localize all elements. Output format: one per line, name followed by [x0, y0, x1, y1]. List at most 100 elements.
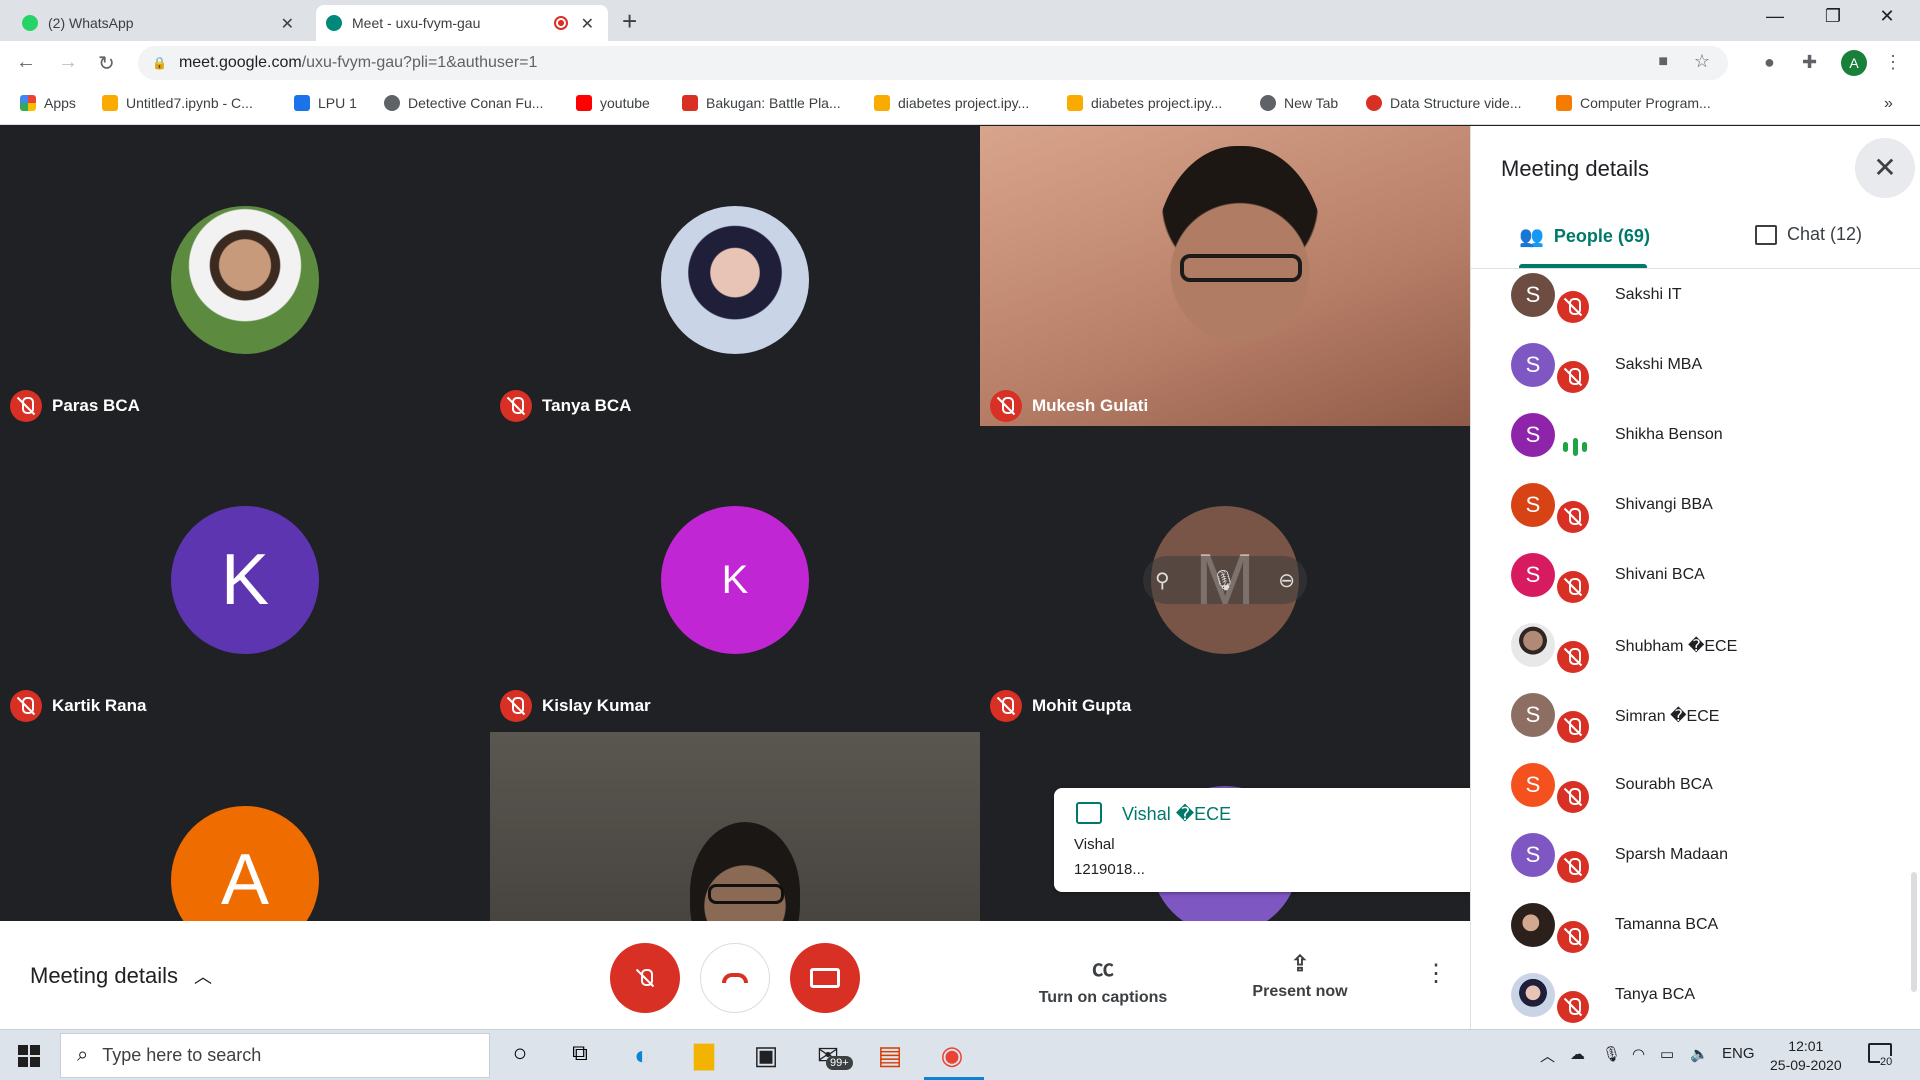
windows-start-icon[interactable]	[18, 1045, 40, 1067]
menu-icon[interactable]: ⋮	[1884, 52, 1902, 73]
extension-icon[interactable]: ●	[1764, 52, 1775, 73]
participant-photo	[171, 206, 319, 354]
address-bar[interactable]: 🔒 meet.google.com/uxu-fvym-gau?pli=1&aut…	[138, 46, 1728, 80]
bookmark-item[interactable]: Data Structure vide...	[1366, 95, 1522, 111]
tab-label: Chat (12)	[1787, 224, 1863, 244]
tab-meet[interactable]: Meet - uxu-fvym-gau ✕	[316, 5, 608, 41]
bookmark-item[interactable]: youtube	[576, 95, 650, 111]
list-item[interactable]: S Sourabh BCA	[1471, 761, 1920, 831]
more-bookmarks-icon[interactable]: »	[1884, 95, 1893, 113]
list-item[interactable]: S Shivangi BBA	[1471, 481, 1920, 551]
office-icon[interactable]: ▤	[866, 1040, 914, 1071]
edge-icon[interactable]: ◐	[618, 1040, 666, 1071]
list-item[interactable]: S Shikha Benson	[1471, 411, 1920, 481]
close-window-icon[interactable]: ✕	[1864, 6, 1910, 27]
new-tab-button[interactable]: +	[622, 6, 637, 37]
task-view-icon[interactable]: ⧉	[556, 1040, 604, 1066]
chrome-icon[interactable]: ◉	[928, 1040, 976, 1071]
profile-avatar[interactable]: A	[1841, 50, 1867, 76]
person-name: Sakshi MBA	[1615, 356, 1703, 373]
minimize-icon[interactable]: —	[1752, 6, 1798, 27]
bookmark-apps[interactable]: Apps	[20, 95, 76, 111]
participant-tile[interactable]: A	[0, 726, 490, 921]
bookmark-item[interactable]: diabetes project.ipy...	[1067, 95, 1222, 111]
person-photo	[1511, 973, 1555, 1017]
list-item[interactable]: S Sakshi IT	[1471, 271, 1920, 341]
close-panel-button[interactable]: ✕	[1855, 138, 1915, 198]
chat-notification[interactable]: Vishal �ECE Vishal 1219018...	[1054, 788, 1470, 892]
list-item[interactable]: S Simran �ECE	[1471, 691, 1920, 761]
tab-people[interactable]: 👥 People (69)	[1519, 224, 1650, 249]
mic-off-icon	[1557, 991, 1589, 1023]
microphone-icon[interactable]: 🎙	[1602, 1045, 1621, 1063]
scrollbar[interactable]	[1911, 872, 1917, 992]
close-tab-icon[interactable]: ✕	[281, 14, 294, 34]
participant-video-tile[interactable]: Mukesh Gulati	[980, 126, 1470, 426]
tab-whatsapp[interactable]: (2) WhatsApp ✕	[22, 5, 308, 41]
more-options-icon[interactable]: ⋮	[1424, 959, 1448, 988]
wifi-icon[interactable]: ◠	[1632, 1045, 1645, 1063]
network-drive-icon[interactable]: ☁	[1570, 1045, 1585, 1063]
list-item[interactable]: S Shivani BCA	[1471, 551, 1920, 621]
speaking-indicator-icon	[1563, 433, 1587, 461]
bookmark-item[interactable]: Detective Conan Fu...	[384, 95, 543, 111]
bookmark-label: New Tab	[1284, 95, 1339, 111]
meeting-details-button[interactable]: Meeting details ︿	[30, 963, 212, 989]
cortana-icon[interactable]: ○	[496, 1040, 544, 1068]
star-icon[interactable]: ☆	[1694, 51, 1710, 72]
hang-up-icon	[722, 973, 748, 983]
bookmarks-bar: Apps Untitled7.ipynb - C... LPU 1 Detect…	[0, 85, 1920, 125]
camera-toggle-button[interactable]	[790, 943, 860, 1013]
bookmark-item[interactable]: diabetes project.ipy...	[874, 95, 1029, 111]
participant-tile[interactable]: M ⚲ 🎙 ⊖ Mohit Gupta	[980, 426, 1470, 726]
restore-icon[interactable]: ❐	[1810, 6, 1856, 27]
leave-call-button[interactable]	[700, 943, 770, 1013]
participant-name: Mohit Gupta	[1032, 696, 1132, 715]
bookmark-item[interactable]: LPU 1	[294, 95, 357, 111]
battery-icon[interactable]: ▭	[1660, 1045, 1674, 1063]
search-placeholder: Type here to search	[102, 1045, 262, 1065]
mic-off-icon	[1557, 781, 1589, 813]
list-item[interactable]: S Sparsh Madaan	[1471, 831, 1920, 901]
bookmark-item[interactable]: Computer Program...	[1556, 95, 1711, 111]
language-indicator[interactable]: ENG	[1722, 1045, 1755, 1062]
list-item[interactable]: S Sakshi MBA	[1471, 341, 1920, 411]
list-item[interactable]: Tanya BCA	[1471, 971, 1920, 1029]
participant-tile[interactable]: Paras BCA	[0, 126, 490, 426]
list-item[interactable]: Shubham �ECE	[1471, 621, 1920, 691]
participant-tile[interactable]: K Kartik Rana	[0, 426, 490, 726]
captions-button[interactable]: ㏄ Turn on captions	[1028, 951, 1178, 1007]
puzzle-icon[interactable]: ✚	[1802, 52, 1817, 73]
forward-icon[interactable]: →	[58, 51, 78, 74]
reload-icon[interactable]: ↻	[98, 51, 115, 76]
clock[interactable]: 12:01 25-09-2020	[1770, 1037, 1842, 1075]
present-now-button[interactable]: ⇪ Present now	[1240, 951, 1360, 1001]
person-name: Tanya BCA	[1615, 986, 1696, 1003]
colab-icon	[1067, 95, 1083, 111]
file-explorer-icon[interactable]: ▇	[680, 1040, 728, 1071]
back-icon[interactable]: ←	[16, 51, 36, 74]
volume-icon[interactable]: 🔈	[1690, 1045, 1709, 1063]
youtube-icon	[576, 95, 592, 111]
participant-video-tile[interactable]	[490, 732, 980, 921]
tab-chat[interactable]: Chat (12)	[1755, 224, 1862, 245]
tab-label: People (69)	[1553, 226, 1650, 246]
close-tab-icon[interactable]: ✕	[581, 14, 594, 34]
lock-icon: 🔒	[152, 56, 167, 70]
remove-participant-icon[interactable]: ⊖	[1278, 568, 1295, 593]
pin-icon[interactable]: ⚲	[1155, 568, 1170, 593]
participant-tile[interactable]: Tanya BCA	[490, 126, 980, 426]
list-item[interactable]: Tamanna BCA	[1471, 901, 1920, 971]
mic-toggle-button[interactable]	[610, 943, 680, 1013]
tray-chevron-icon[interactable]: ︿	[1540, 1045, 1555, 1066]
participant-tile[interactable]: K Kislay Kumar	[490, 426, 980, 726]
store-icon[interactable]: ▣	[742, 1040, 790, 1071]
bookmark-item[interactable]: Untitled7.ipynb - C...	[102, 95, 253, 111]
taskbar-search[interactable]: ⌕ Type here to search	[60, 1033, 490, 1078]
mute-participant-icon[interactable]: 🎙	[1211, 568, 1236, 593]
camera-icon[interactable]: ■	[1658, 53, 1668, 71]
bookmark-item[interactable]: Bakugan: Battle Pla...	[682, 95, 841, 111]
participant-name: Kartik Rana	[52, 696, 147, 715]
clock-time: 12:01	[1788, 1038, 1824, 1054]
bookmark-item[interactable]: New Tab	[1260, 95, 1338, 111]
